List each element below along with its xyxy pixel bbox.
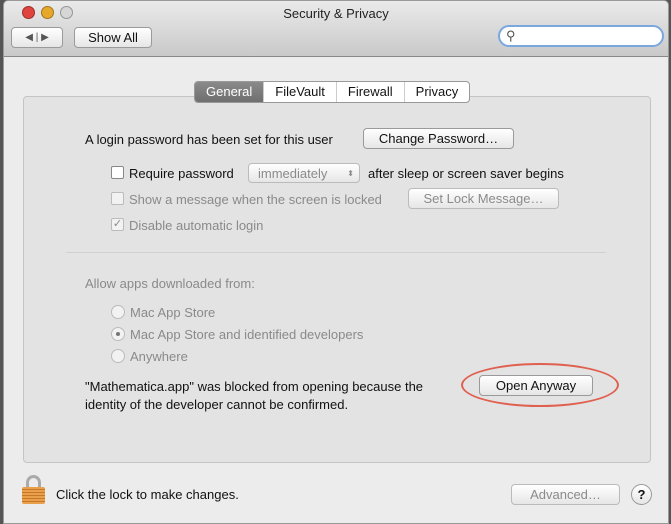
- set-lock-message-button[interactable]: Set Lock Message…: [408, 188, 559, 209]
- tab-firewall[interactable]: Firewall: [337, 82, 405, 102]
- allow-apps-label: Allow apps downloaded from:: [85, 276, 255, 291]
- show-all-button[interactable]: Show All: [74, 27, 152, 48]
- radio-anywhere[interactable]: [111, 349, 125, 363]
- require-password-checkbox[interactable]: [111, 166, 124, 179]
- title-bar: Security & Privacy ◀ | ▶ Show All ⚲: [4, 1, 668, 57]
- radio-mac-app-store[interactable]: [111, 305, 125, 319]
- show-message-label: Show a message when the screen is locked: [129, 192, 382, 207]
- highlight-oval: [461, 363, 619, 407]
- tab-privacy[interactable]: Privacy: [405, 82, 470, 102]
- blocked-message-line1: "Mathematica.app" was blocked from openi…: [85, 379, 424, 394]
- updown-chevron-icon: ⬍: [347, 169, 354, 178]
- search-icon: ⚲: [506, 28, 516, 43]
- radio-identified-developers[interactable]: [111, 327, 125, 341]
- radio-identified-developers-label: Mac App Store and identified developers: [130, 327, 364, 342]
- divider: [66, 252, 606, 253]
- back-forward-buttons[interactable]: ◀ | ▶: [11, 27, 63, 48]
- lock-text: Click the lock to make changes.: [56, 487, 239, 502]
- tab-bar: General FileVault Firewall Privacy: [194, 81, 471, 103]
- search-input[interactable]: ⚲: [498, 25, 664, 47]
- require-password-label: Require password: [129, 166, 234, 181]
- tab-filevault[interactable]: FileVault: [264, 82, 337, 102]
- tab-general[interactable]: General: [195, 82, 265, 102]
- disable-auto-login-checkbox[interactable]: ✓: [111, 218, 124, 231]
- disable-auto-login-label: Disable automatic login: [129, 218, 264, 233]
- login-password-text: A login password has been set for this u…: [85, 132, 333, 147]
- show-message-checkbox[interactable]: [111, 192, 124, 205]
- require-delay-value: immediately: [258, 166, 328, 181]
- radio-anywhere-label: Anywhere: [130, 349, 188, 364]
- change-password-button[interactable]: Change Password…: [363, 128, 514, 149]
- require-delay-select[interactable]: immediately ⬍: [248, 163, 360, 183]
- help-button[interactable]: ?: [631, 484, 652, 505]
- forward-icon[interactable]: ▶: [41, 32, 49, 43]
- advanced-button[interactable]: Advanced…: [511, 484, 620, 505]
- lock-icon[interactable]: [22, 475, 46, 505]
- blocked-message-line2: identity of the developer cannot be conf…: [85, 397, 349, 412]
- after-sleep-label: after sleep or screen saver begins: [368, 166, 564, 181]
- security-privacy-window: Security & Privacy ◀ | ▶ Show All ⚲ Gene…: [3, 0, 669, 524]
- window-title: Security & Privacy: [283, 6, 389, 21]
- radio-mac-app-store-label: Mac App Store: [130, 305, 216, 320]
- back-icon[interactable]: ◀: [25, 32, 33, 43]
